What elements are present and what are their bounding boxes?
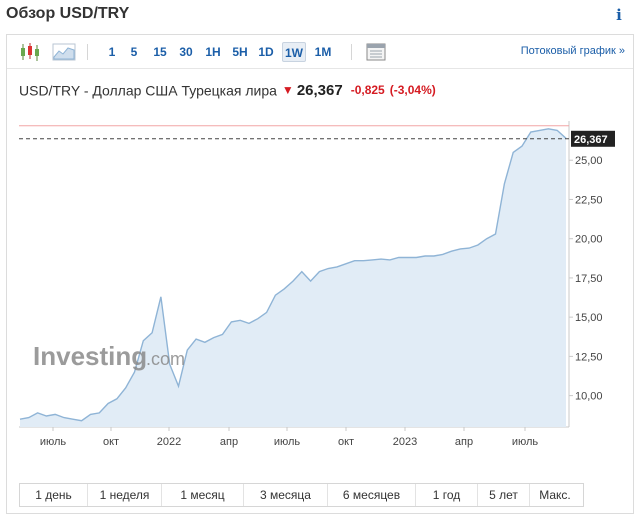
range-button[interactable]: 1 день <box>20 484 88 506</box>
range-selector: 1 день 1 неделя 1 месяц 3 месяца 6 месяцев 1 … <box>19 483 584 507</box>
page-title: Обзор USD/TRY <box>6 5 130 22</box>
y-tick-label: 20,00 <box>575 234 603 246</box>
instrument-name: USD/TRY - Доллар США Турецкая лира <box>19 82 277 99</box>
price-change-percent: (-3,04%) <box>389 83 436 98</box>
x-tick-label: окт <box>103 436 119 448</box>
candlestick-chart-icon[interactable] <box>17 41 43 63</box>
timeframe-1-button[interactable]: 1 <box>103 42 121 62</box>
last-price: 26,367 <box>296 81 343 99</box>
x-tick-label: 2023 <box>393 436 417 448</box>
timeframe-1m-button[interactable]: 1M <box>312 42 334 62</box>
chart-toolbar: 1 5 15 30 1H 5H 1D 1W 1M Потоковый график » <box>7 35 633 69</box>
y-tick-label: 17,50 <box>575 273 603 285</box>
timeframe-1d-button[interactable]: 1D <box>255 42 277 62</box>
chart-svg[interactable]: 10,00 12,50 15,00 17,50 20,00 22,50 25,00 26,36… <box>7 115 633 485</box>
x-tick-label: июль <box>40 436 67 448</box>
range-button[interactable]: 6 месяцев <box>328 484 416 506</box>
down-arrow-icon: ▼ <box>281 83 294 98</box>
info-icon[interactable]: i <box>610 5 628 25</box>
series-area <box>20 128 566 428</box>
x-tick-label: апр <box>455 436 473 448</box>
x-tick-label: июль <box>274 436 301 448</box>
range-button[interactable]: 1 неделя <box>88 484 162 506</box>
x-tick-label: апр <box>220 436 238 448</box>
y-tick-label: 22,50 <box>575 194 603 206</box>
x-tick-label: окт <box>338 436 354 448</box>
indicators-icon[interactable] <box>363 41 389 63</box>
investing-watermark-suffix: .com <box>146 349 185 369</box>
x-tick-label: июль <box>512 436 539 448</box>
timeframe-5-button[interactable]: 5 <box>125 42 143 62</box>
y-tick-label: 25,00 <box>575 155 603 167</box>
streaming-chart-link[interactable]: Потоковый график » <box>521 45 625 57</box>
page-header: Обзор USD/TRY i <box>0 0 640 30</box>
timeframe-15-button[interactable]: 15 <box>149 42 171 62</box>
range-button[interactable]: 1 месяц <box>162 484 244 506</box>
last-price-label: 26,367 <box>574 134 608 146</box>
timeframe-1w-button[interactable]: 1W <box>282 42 306 62</box>
area-chart-icon[interactable] <box>51 41 77 63</box>
chart-panel: 1 5 15 30 1H 5H 1D 1W 1M Потоковый график » USD/… <box>6 34 634 514</box>
y-tick-label: 15,00 <box>575 312 603 324</box>
range-button[interactable]: Макс. <box>530 484 580 506</box>
investing-watermark: Investing <box>33 341 147 371</box>
timeframe-30-button[interactable]: 30 <box>175 42 197 62</box>
range-button[interactable]: 1 год <box>416 484 478 506</box>
price-change: -0,825 <box>350 83 385 98</box>
price-chart[interactable]: 10,00 12,50 15,00 17,50 20,00 22,50 25,00 26,36… <box>7 115 633 485</box>
y-tick-label: 10,00 <box>575 391 603 403</box>
timeframe-5h-button[interactable]: 5H <box>229 42 251 62</box>
range-button[interactable]: 3 месяца <box>244 484 328 506</box>
y-tick-label: 12,50 <box>575 351 603 363</box>
toolbar-divider <box>87 44 88 60</box>
timeframe-1h-button[interactable]: 1H <box>202 42 224 62</box>
toolbar-divider <box>351 44 352 60</box>
quote-header: USD/TRY - Доллар США Турецкая лира ▼ 26,36… <box>19 81 436 101</box>
range-button[interactable]: 5 лет <box>478 484 530 506</box>
x-tick-label: 2022 <box>157 436 181 448</box>
